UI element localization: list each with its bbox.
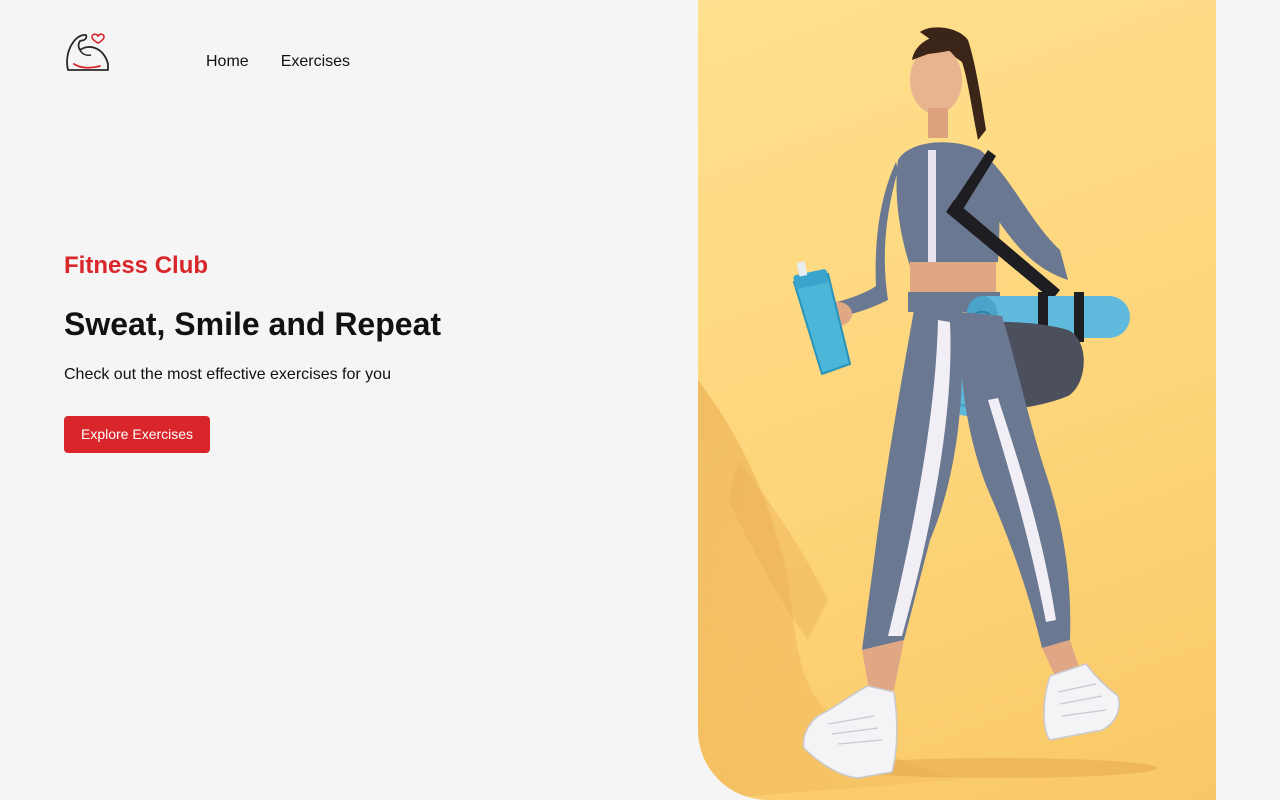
hero-banner-image: [698, 0, 1216, 800]
navbar: Home Exercises: [64, 30, 350, 74]
hero-subtitle: Check out the most effective exercises f…: [64, 366, 391, 383]
app-page: Home Exercises Fitness Club Sweat, Smile…: [0, 0, 1280, 800]
hero-title: Sweat, Smile and Repeat: [64, 306, 442, 342]
logo[interactable]: [64, 30, 110, 74]
hero-eyebrow: Fitness Club: [64, 252, 209, 279]
nav-link-exercises[interactable]: Exercises: [281, 30, 350, 94]
nav-link-home[interactable]: Home: [206, 30, 249, 94]
nav-links: Home Exercises: [206, 30, 350, 94]
explore-exercises-button[interactable]: Explore Exercises: [64, 416, 211, 453]
hero-section: Fitness Club Sweat, Smile and Repeat Che…: [64, 250, 624, 453]
flexed-bicep-heart-icon[interactable]: [64, 30, 110, 74]
woman-walking-photo: [698, 27, 1158, 800]
